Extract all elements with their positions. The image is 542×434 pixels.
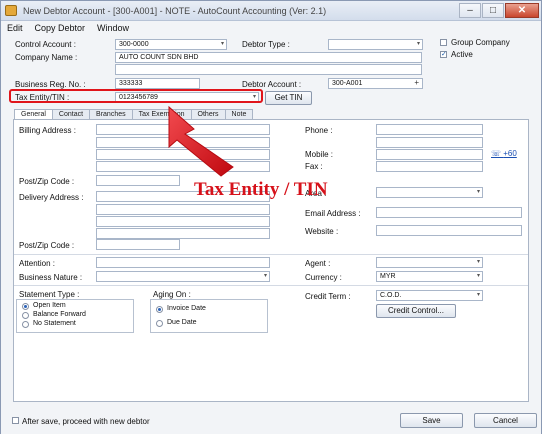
arrow-shape xyxy=(168,105,234,177)
annotation-arrow xyxy=(168,105,234,177)
debtor-window: New Debtor Account - [300-A001] - NOTE -… xyxy=(0,0,542,434)
annotation-text: Tax Entity / TIN xyxy=(194,179,328,200)
after-save-checkbox[interactable] xyxy=(12,417,19,424)
after-save-label: After save, proceed with new debtor xyxy=(22,417,150,426)
save-button[interactable]: Save xyxy=(400,413,463,428)
cancel-button[interactable]: Cancel xyxy=(474,413,537,428)
